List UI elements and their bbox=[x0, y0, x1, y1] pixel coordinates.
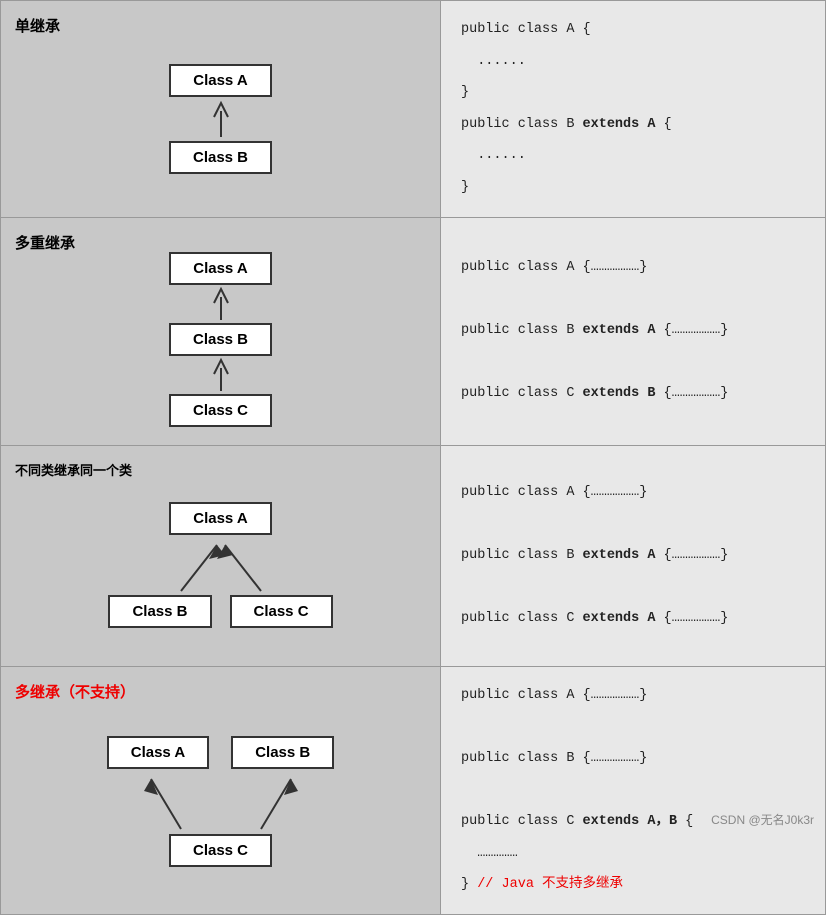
diagram-single: Class A Class B bbox=[169, 64, 272, 174]
code-fanout-3: public class B {………………} bbox=[461, 748, 805, 770]
arrows-fanin bbox=[121, 535, 321, 595]
row-fanin: 不同类继承同一个类 Class A Class B Class C bbox=[1, 446, 825, 667]
code-fanin-1: public class A {………………} bbox=[461, 482, 805, 504]
left-cell-fanin: 不同类继承同一个类 Class A Class B Class C bbox=[1, 446, 441, 666]
code-chain-5: public class C extends B {………………} bbox=[461, 383, 805, 405]
class-box-c-chain: Class C bbox=[169, 394, 272, 427]
row-single: 单继承 Class A Class B public class A { ...… bbox=[1, 1, 825, 218]
code-chain-2 bbox=[461, 289, 805, 311]
code-single-1: public class A { bbox=[461, 19, 805, 41]
class-box-c-fanout: Class C bbox=[169, 834, 272, 867]
code-single-2: ...... bbox=[461, 51, 805, 73]
right-cell-fanin: public class A {………………} public class B e… bbox=[441, 446, 825, 666]
code-fanin-2 bbox=[461, 513, 805, 535]
label-fanout: 多继承（不支持） bbox=[15, 681, 135, 702]
class-box-a-fanin: Class A bbox=[169, 502, 271, 535]
arrow-chain-2 bbox=[206, 356, 236, 394]
code-fanin-3: public class B extends A {………………} bbox=[461, 545, 805, 567]
label-fanin: 不同类继承同一个类 bbox=[15, 460, 132, 479]
row-fanout: 多继承（不支持） Class A Class B bbox=[1, 667, 825, 914]
code-fanout-4 bbox=[461, 779, 805, 801]
watermark: CSDN @无名J0k3r bbox=[711, 811, 814, 828]
code-fanout-6: …………… bbox=[461, 843, 805, 865]
code-fanin-5: public class C extends A {………………} bbox=[461, 608, 805, 630]
label-chain: 多重继承 bbox=[15, 232, 75, 253]
left-cell-single: 单继承 Class A Class B bbox=[1, 1, 441, 217]
row-chain: 多重继承 Class A Class B Class C public clas… bbox=[1, 218, 825, 446]
code-chain-1: public class A {………………} bbox=[461, 257, 805, 279]
class-box-b-chain: Class B bbox=[169, 323, 272, 356]
code-chain-3: public class B extends A {………………} bbox=[461, 320, 805, 342]
code-single-6: } bbox=[461, 177, 805, 199]
class-box-b-fanout: Class B bbox=[231, 736, 334, 769]
right-cell-chain: public class A {………………} public class B e… bbox=[441, 218, 825, 445]
code-fanin-4 bbox=[461, 576, 805, 598]
code-fanout-1: public class A {………………} bbox=[461, 685, 805, 707]
arrow-single bbox=[206, 97, 236, 141]
class-box-b-fanin: Class B bbox=[108, 595, 211, 628]
diagram-chain: Class A Class B Class C bbox=[169, 252, 272, 427]
code-single-5: ...... bbox=[461, 145, 805, 167]
class-box-b-single: Class B bbox=[169, 141, 272, 174]
main-table: 单继承 Class A Class B public class A { ...… bbox=[0, 0, 826, 915]
code-single-3: } bbox=[461, 82, 805, 104]
code-fanout-7: } // Java 不支持多继承 bbox=[461, 874, 805, 896]
arrow-chain-1 bbox=[206, 285, 236, 323]
bottom-row-fanin: Class B Class C bbox=[108, 595, 332, 628]
diagram-fanout: Class A Class B Class C bbox=[106, 736, 336, 867]
code-fanout-2 bbox=[461, 716, 805, 738]
left-cell-fanout: 多继承（不支持） Class A Class B bbox=[1, 667, 441, 914]
left-cell-chain: 多重继承 Class A Class B Class C bbox=[1, 218, 441, 445]
code-single-4: public class B extends A { bbox=[461, 114, 805, 136]
diagram-fanin: Class A Class B Class C bbox=[108, 502, 332, 628]
arrows-fanout bbox=[106, 769, 336, 834]
class-box-c-fanin: Class C bbox=[230, 595, 333, 628]
class-box-a-fanout: Class A bbox=[107, 736, 209, 769]
class-box-a-single: Class A bbox=[169, 64, 271, 97]
right-cell-fanout: public class A {………………} public class B {… bbox=[441, 667, 825, 914]
code-chain-4 bbox=[461, 352, 805, 374]
right-cell-single: public class A { ...... } public class B… bbox=[441, 1, 825, 217]
top-row-fanout: Class A Class B bbox=[107, 736, 335, 769]
label-single: 单继承 bbox=[15, 15, 60, 36]
class-box-a-chain: Class A bbox=[169, 252, 271, 285]
